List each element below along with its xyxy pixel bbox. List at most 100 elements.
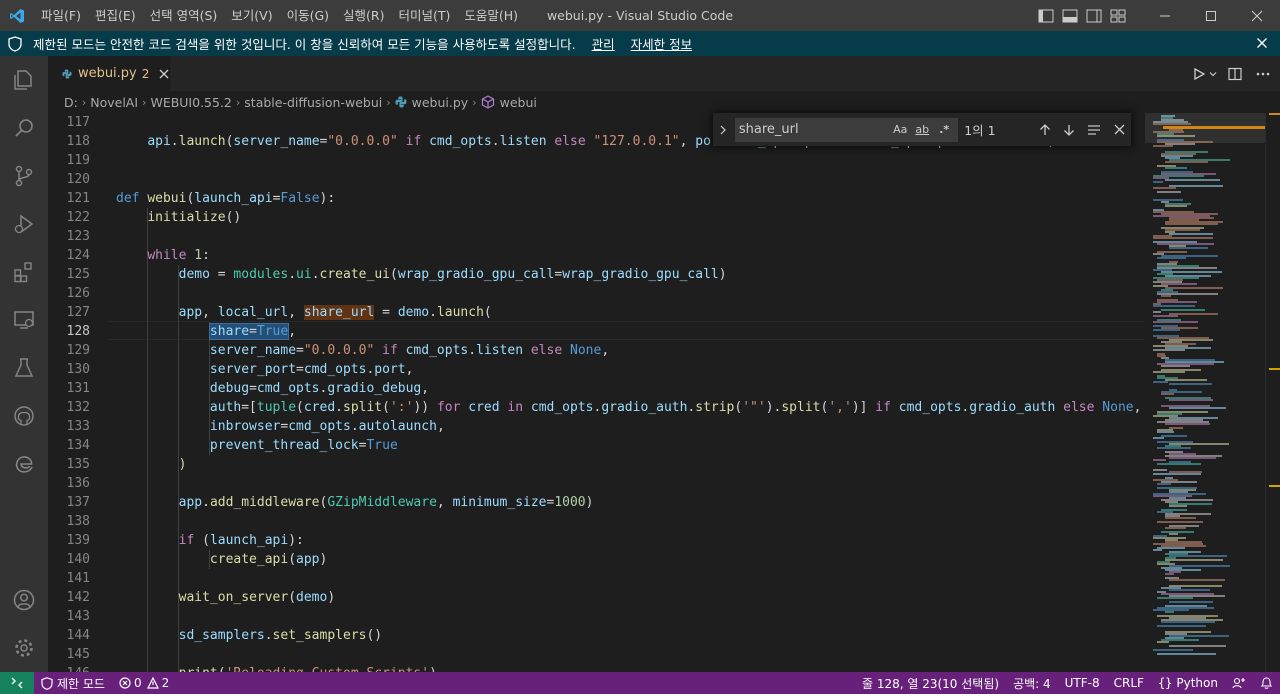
tab-close-icon[interactable] <box>158 67 170 81</box>
breadcrumb-folder-sd[interactable]: stable-diffusion-webui <box>244 95 382 110</box>
minimap-line <box>1169 579 1225 581</box>
menu-view[interactable]: 보기(V) <box>224 0 279 31</box>
line-number: 119 <box>66 153 90 168</box>
minimap-line <box>1157 463 1201 465</box>
notifications-bell-icon[interactable] <box>1253 672 1280 694</box>
minimize-icon[interactable] <box>1142 0 1188 31</box>
customize-layout-icon[interactable] <box>1106 0 1130 31</box>
split-editor-icon[interactable] <box>1224 63 1246 85</box>
status-bar: 제한 모드 0 2 줄 128, 열 23(10 선택됨) 공백: 4 UTF-… <box>0 672 1280 694</box>
line-number: 123 <box>66 229 90 244</box>
minimap-line <box>1161 393 1174 395</box>
tab-webui-py[interactable]: webui.py 2 <box>48 56 170 91</box>
vscode-logo-icon <box>0 0 34 31</box>
edge-icon[interactable] <box>0 440 48 488</box>
minimap-line <box>1153 315 1178 317</box>
match-case-button[interactable]: Aa <box>890 120 910 140</box>
breadcrumb-drive[interactable]: D: <box>64 95 78 110</box>
accounts-icon[interactable] <box>0 576 48 624</box>
github-icon[interactable] <box>0 392 48 440</box>
minimap-line <box>1169 407 1226 409</box>
toggle-primary-sidebar-icon[interactable] <box>1034 0 1058 31</box>
banner-close-icon[interactable] <box>1254 35 1270 51</box>
banner-details-link[interactable]: 자세한 정보 <box>631 34 692 53</box>
error-icon <box>119 677 131 689</box>
code-line: app.add_middleware(GZipMiddleware, minim… <box>178 495 594 510</box>
minimap-line <box>1169 601 1213 603</box>
breadcrumb-chevron-icon: › <box>472 95 477 109</box>
run-dropdown-chevron-icon[interactable] <box>1208 63 1218 85</box>
next-match-arrow-down-icon[interactable] <box>1058 118 1082 142</box>
code-line: prevent_thread_lock=True <box>209 438 398 453</box>
language-mode[interactable]: {} Python <box>1151 672 1225 694</box>
minimap-line <box>1153 237 1213 239</box>
shield-icon <box>41 676 53 690</box>
problems-status[interactable]: 0 2 <box>112 672 176 694</box>
explorer-icon[interactable] <box>0 56 48 104</box>
more-actions-icon[interactable] <box>1252 63 1274 85</box>
minimap-line <box>1157 641 1169 643</box>
menu-edit[interactable]: 편집(E) <box>88 0 143 31</box>
menu-go[interactable]: 이동(G) <box>280 0 336 31</box>
minimap-line <box>1153 329 1180 331</box>
minimap-line <box>1157 483 1171 485</box>
breadcrumb-file[interactable]: webui.py <box>412 95 469 110</box>
restricted-mode-status[interactable]: 제한 모드 <box>34 672 112 694</box>
manage-gear-icon[interactable] <box>0 624 48 672</box>
end-of-line[interactable]: CRLF <box>1107 672 1151 694</box>
extensions-icon[interactable] <box>0 248 48 296</box>
remote-indicator-icon[interactable] <box>0 672 34 694</box>
previous-match-arrow-up-icon[interactable] <box>1033 118 1057 142</box>
scrollbar-warning-marker <box>1269 368 1280 370</box>
testing-icon[interactable] <box>0 344 48 392</box>
find-result-count: 1의 1 <box>964 123 996 138</box>
breadcrumb-folder-webui[interactable]: WEBUI0.55.2 <box>150 95 231 110</box>
source-control-icon[interactable] <box>0 152 48 200</box>
maximize-icon[interactable] <box>1188 0 1234 31</box>
toggle-secondary-sidebar-icon[interactable] <box>1082 0 1106 31</box>
minimap-line <box>1153 473 1201 475</box>
remote-explorer-icon[interactable] <box>0 296 48 344</box>
code-line: app, local_url, share_url = demo.launch( <box>178 305 492 320</box>
menu-run[interactable]: 실행(R) <box>336 0 391 31</box>
minimap-line <box>1169 533 1178 535</box>
braces-icon: {} <box>1157 676 1173 690</box>
code-line: initialize() <box>147 210 242 225</box>
menu-help[interactable]: 도움말(H) <box>457 0 525 31</box>
menu-file[interactable]: 파일(F) <box>34 0 88 31</box>
toggle-panel-icon[interactable] <box>1058 0 1082 31</box>
find-input[interactable]: share_url Aa ab .* <box>734 117 959 142</box>
feedback-icon[interactable] <box>1225 672 1253 694</box>
search-icon[interactable] <box>0 104 48 152</box>
vertical-scrollbar[interactable] <box>1265 113 1280 672</box>
minimap-line <box>1169 457 1216 459</box>
encoding[interactable]: UTF-8 <box>1058 672 1107 694</box>
symbol-method-icon <box>481 95 495 109</box>
breadcrumb-folder-novelai[interactable]: NovelAI <box>90 95 138 110</box>
line-number: 117 <box>66 115 90 130</box>
run-python-file-icon[interactable] <box>1188 63 1210 85</box>
use-regex-button[interactable]: .* <box>934 120 954 140</box>
find-in-selection-icon[interactable] <box>1082 118 1106 142</box>
cursor-position[interactable]: 줄 128, 열 23(10 선택됨) <box>855 672 1006 694</box>
close-window-icon[interactable] <box>1234 0 1280 31</box>
shield-icon <box>8 35 26 52</box>
menu-terminal[interactable]: 터미널(T) <box>392 0 458 31</box>
python-file-icon <box>62 68 72 79</box>
line-number: 135 <box>66 457 90 472</box>
minimap-line <box>1165 573 1174 575</box>
indentation[interactable]: 공백: 4 <box>1006 672 1058 694</box>
editor-actions <box>1188 56 1280 91</box>
breadcrumb: D: › NovelAI › WEBUI0.55.2 › stable-diff… <box>48 91 1280 113</box>
menu-selection[interactable]: 선택 영역(S) <box>143 0 225 31</box>
run-debug-icon[interactable] <box>0 200 48 248</box>
banner-manage-link[interactable]: 관리 <box>592 34 615 53</box>
python-file-icon <box>395 96 407 108</box>
minimap[interactable] <box>1145 113 1265 672</box>
breadcrumb-symbol[interactable]: webui <box>500 95 537 110</box>
toggle-replace-chevron-icon[interactable] <box>713 113 733 146</box>
code-editor[interactable]: 117 118 119 120 121 122 123 124 125 126 … <box>48 113 1145 672</box>
close-find-icon[interactable] <box>1107 118 1131 142</box>
match-whole-word-button[interactable]: ab <box>912 120 932 140</box>
status-bar-right: 줄 128, 열 23(10 선택됨) 공백: 4 UTF-8 CRLF {} … <box>855 672 1280 694</box>
